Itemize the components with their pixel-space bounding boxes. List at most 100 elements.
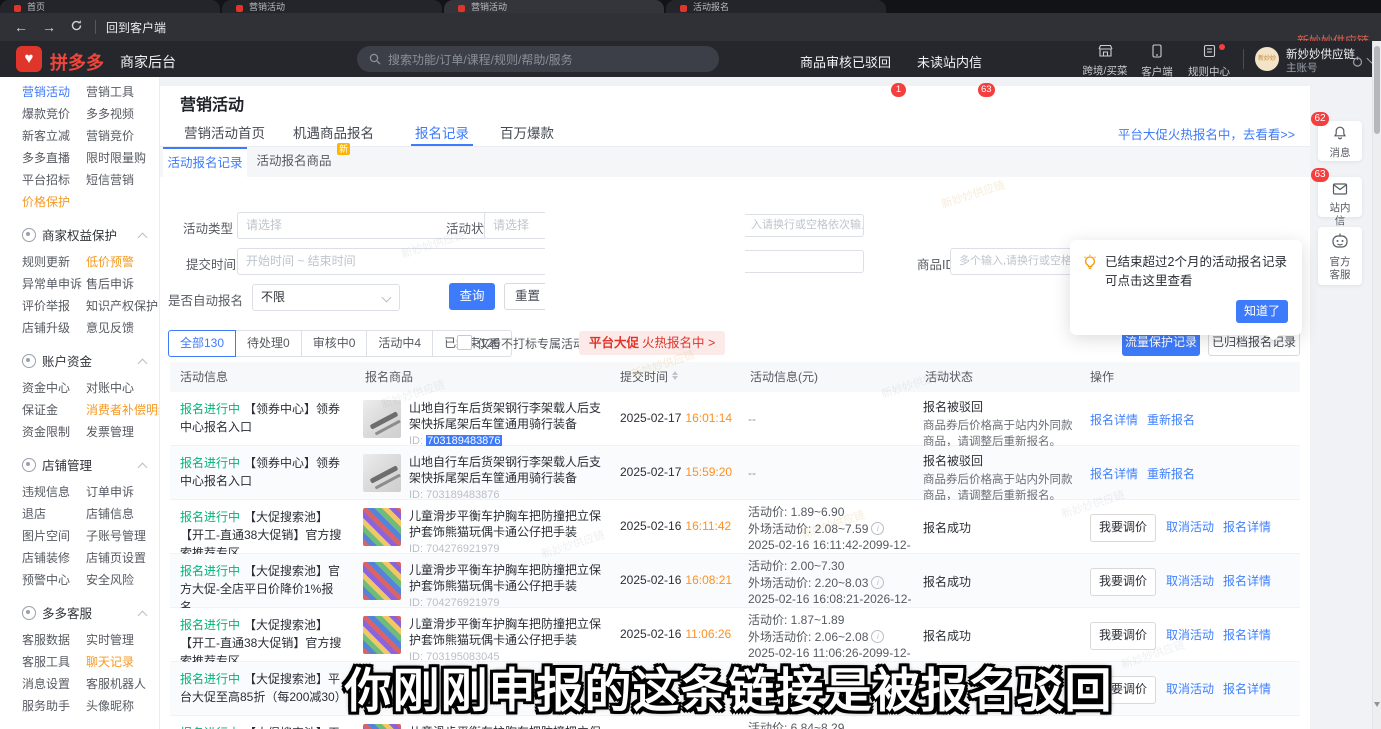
sidebar-item[interactable]: 安全风险	[86, 569, 160, 591]
reset-button[interactable]: 重置	[504, 283, 551, 310]
sidebar-item[interactable]: 规则更新	[22, 251, 86, 273]
platform-promo-tag[interactable]: 平台大促火热报名中 >	[579, 331, 725, 355]
info-icon[interactable]	[871, 576, 884, 589]
re-enroll-link[interactable]: 重新报名	[1147, 413, 1195, 427]
scrollbar-thumb[interactable]	[1374, 46, 1381, 134]
enroll-detail-link[interactable]: 报名详情	[1090, 467, 1138, 481]
submit-time-range-input[interactable]: 开始时间 ~ 结束时间	[237, 248, 577, 275]
sidebar-item[interactable]: 营销竞价	[86, 125, 160, 147]
back-icon[interactable]: ←	[14, 19, 28, 35]
sidebar-group-rights[interactable]: 商家权益保护	[22, 221, 160, 251]
browser-tab[interactable]: 活动报名	[666, 0, 886, 14]
sidebar-item[interactable]: 售后申诉	[86, 273, 160, 295]
pinduoduo-logo-icon[interactable]: ♥	[16, 46, 42, 72]
sidebar-item[interactable]: 限时限量购	[86, 147, 160, 169]
global-search-input[interactable]: 搜索功能/订单/课程/规则/帮助/服务	[357, 46, 719, 72]
sidebar-item[interactable]: 对账中心	[86, 377, 160, 399]
subtab-activity-products[interactable]: 活动报名商品 新	[252, 147, 336, 175]
dock-inbox[interactable]: 站内信	[1318, 177, 1362, 217]
enroll-detail-link[interactable]: 报名详情	[1090, 413, 1138, 427]
sidebar-item[interactable]: 平台招标	[22, 169, 86, 191]
sidebar-group-shop[interactable]: 店铺管理	[22, 451, 160, 481]
sidebar-item[interactable]: 预警中心	[22, 569, 86, 591]
avatar[interactable]: 新妙妙	[1255, 47, 1279, 71]
sidebar-item[interactable]: 实时管理	[86, 629, 160, 651]
reload-icon[interactable]	[70, 19, 83, 35]
sidebar-item[interactable]: 短信营销	[86, 169, 160, 191]
got-it-button[interactable]: 知道了	[1236, 300, 1288, 323]
sidebar-item[interactable]: 店铺装修	[22, 547, 86, 569]
cancel-activity-link[interactable]: 取消活动	[1166, 574, 1214, 588]
sidebar-item[interactable]: 知识产权保护	[86, 295, 160, 317]
sidebar-group-jinbao[interactable]: 多多进宝	[22, 725, 160, 729]
tab-marketing-home[interactable]: 营销活动首页	[184, 122, 265, 142]
enroll-detail-link[interactable]: 报名详情	[1223, 520, 1271, 534]
sidebar-item[interactable]: 消费者补偿明细	[86, 399, 160, 421]
promo-link[interactable]: 平台大促火热报名中，去看看>>	[1118, 124, 1295, 143]
sidebar-group-service[interactable]: 多多客服	[22, 599, 160, 629]
forward-icon[interactable]: →	[42, 19, 56, 35]
review-rejected-link[interactable]: 商品审核已驳回	[800, 52, 891, 71]
collapse-caret-icon[interactable]	[138, 359, 148, 369]
sidebar-item[interactable]: 资金限制	[22, 421, 86, 443]
back-to-client-link[interactable]: 回到客户端	[106, 19, 166, 36]
collapse-caret-icon[interactable]	[138, 463, 148, 473]
info-icon[interactable]	[871, 522, 884, 535]
sidebar-item[interactable]: 价格保护	[22, 191, 86, 213]
untagged-only-checkbox[interactable]	[457, 335, 472, 350]
enroll-detail-link[interactable]: 报名详情	[1223, 574, 1271, 588]
chip-pending[interactable]: 待处理0	[235, 330, 302, 357]
sidebar-item[interactable]: 店铺页设置	[86, 547, 160, 569]
sidebar-item-yingxiaohuodong[interactable]: 营销活动	[22, 81, 86, 103]
sidebar-item[interactable]: 退店	[22, 503, 86, 525]
browser-tab[interactable]: 首页	[0, 0, 220, 14]
tab-million-hits[interactable]: 百万爆款	[500, 122, 554, 142]
sidebar-item[interactable]: 爆款竞价	[22, 103, 86, 125]
sidebar-item[interactable]: 子账号管理	[86, 525, 160, 547]
tab-opportunity[interactable]: 机遇商品报名	[293, 122, 374, 142]
sidebar-item[interactable]: 订单申诉	[86, 481, 160, 503]
rules-center-link[interactable]: 规则中心	[1186, 44, 1232, 79]
sidebar-item[interactable]: 店铺升级	[22, 317, 86, 339]
dock-official-support[interactable]: 官方客服	[1318, 227, 1362, 285]
chip-all[interactable]: 全部130	[168, 330, 236, 357]
re-enroll-link[interactable]: 重新报名	[1147, 467, 1195, 481]
sidebar-item[interactable]: 低价预警	[86, 251, 160, 273]
adjust-price-button[interactable]: 我要调价	[1090, 622, 1156, 650]
search-button[interactable]: 查询	[449, 283, 495, 310]
browser-tab[interactable]: 营销活动	[222, 0, 442, 14]
activity-id-input[interactable]: 入请换行或空格依次输入	[742, 214, 864, 237]
sort-icon[interactable]	[672, 371, 678, 381]
sidebar-item[interactable]: 多多直播	[22, 147, 86, 169]
sidebar-item[interactable]: 店铺信息	[86, 503, 160, 525]
dock-messages[interactable]: 消息	[1318, 121, 1362, 161]
sidebar-item[interactable]: 保证金	[22, 399, 86, 421]
chip-reviewing[interactable]: 审核中0	[301, 330, 368, 357]
sidebar-item[interactable]: 新客立减	[22, 125, 86, 147]
sidebar-item[interactable]: 资金中心	[22, 377, 86, 399]
collapse-caret-icon[interactable]	[138, 233, 148, 243]
browser-tab-active[interactable]: 营销活动	[444, 0, 664, 14]
sidebar-item[interactable]: 多多视频	[86, 103, 160, 125]
sidebar-item[interactable]: 评价举报	[22, 295, 86, 317]
scrollbar-track[interactable]	[1372, 41, 1381, 729]
unread-inbox-link[interactable]: 未读站内信	[917, 52, 982, 71]
enroll-detail-link[interactable]: 报名详情	[1223, 628, 1271, 642]
collapse-caret-icon[interactable]	[138, 611, 148, 621]
sidebar-group-funds[interactable]: 账户资金	[22, 347, 160, 377]
logout-icon[interactable]	[1352, 54, 1363, 72]
adjust-price-button[interactable]: 我要调价	[1090, 568, 1156, 596]
client-app-link[interactable]: 客户端	[1134, 44, 1180, 79]
subtab-activity-records[interactable]: 活动报名记录	[163, 147, 247, 177]
sidebar-item[interactable]: 意见反馈	[86, 317, 160, 339]
cancel-activity-link[interactable]: 取消活动	[1166, 520, 1214, 534]
cancel-activity-link[interactable]: 取消活动	[1166, 628, 1214, 642]
sidebar-item[interactable]: 发票管理	[86, 421, 160, 443]
sidebar-item[interactable]: 图片空间	[22, 525, 86, 547]
tab-enroll-records[interactable]: 报名记录	[415, 122, 469, 142]
auto-enroll-select[interactable]: 不限	[252, 284, 400, 311]
secondary-input[interactable]	[742, 250, 864, 273]
cross-border-link[interactable]: 跨境/买菜	[1082, 44, 1128, 78]
info-icon[interactable]	[871, 630, 884, 643]
sidebar-item[interactable]: 客服数据	[22, 629, 86, 651]
